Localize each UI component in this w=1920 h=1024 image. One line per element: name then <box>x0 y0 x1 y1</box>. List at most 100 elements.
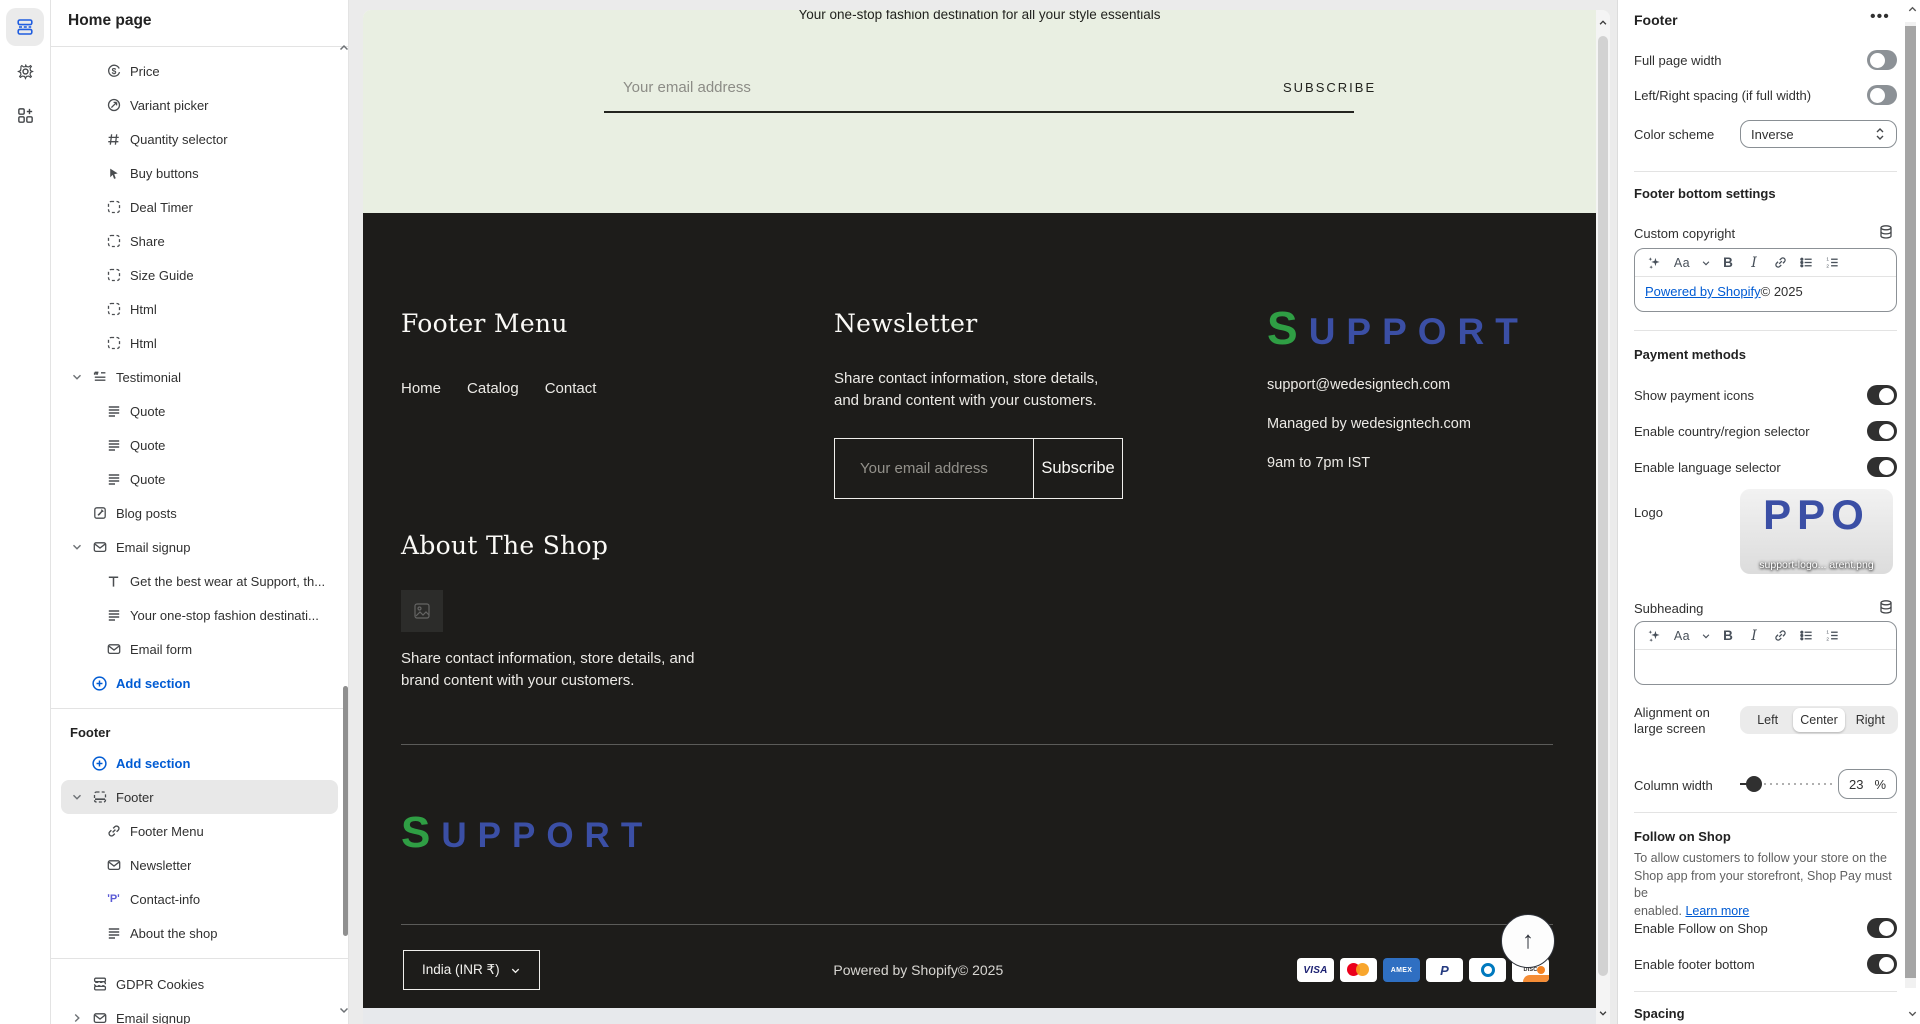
text-style-icon[interactable]: Aa <box>1669 253 1695 273</box>
chevron-down-icon[interactable] <box>69 539 85 555</box>
footer-link-home[interactable]: Home <box>401 380 441 397</box>
column-width-input[interactable]: 23 % <box>1838 769 1897 799</box>
tree-item-price[interactable]: $Price <box>61 54 338 88</box>
tree-item-footer[interactable]: Footer <box>61 780 338 814</box>
footer-section[interactable]: Footer Menu HomeCatalogContact Newslette… <box>363 213 1610 1008</box>
tree-item-gdpr-cookies[interactable]: GDPR Cookies <box>61 967 338 1001</box>
tree-item-quantity-selector[interactable]: Quantity selector <box>61 122 338 156</box>
tree-item-html[interactable]: Html <box>61 292 338 326</box>
tree-item-quote[interactable]: Quote <box>61 428 338 462</box>
tree-item-newsletter[interactable]: Newsletter <box>61 848 338 882</box>
scroll-down-icon[interactable] <box>1596 1008 1610 1018</box>
panel-scrollbar[interactable] <box>1905 22 1916 988</box>
country-selector[interactable]: India (INR ₹) <box>403 950 540 990</box>
enable-country-toggle[interactable] <box>1867 421 1897 441</box>
tree-item-size-guide[interactable]: Size Guide <box>61 258 338 292</box>
preview-scrollbar[interactable] <box>1596 10 1610 1024</box>
tree-item-email-signup[interactable]: Email signup <box>61 1001 338 1024</box>
tree-item-quote[interactable]: Quote <box>61 394 338 428</box>
learn-more-link[interactable]: Learn more <box>1685 904 1749 918</box>
tree-item-deal-timer[interactable]: Deal Timer <box>61 190 338 224</box>
scroll-up-icon[interactable] <box>1907 4 1918 15</box>
lines-icon <box>105 403 122 420</box>
tree-item-email-form[interactable]: Email form <box>61 632 338 666</box>
bold-icon[interactable]: B <box>1717 253 1739 273</box>
logo-thumbnail[interactable]: PPO support-logo... arent.png <box>1740 489 1893 574</box>
numbered-list-icon[interactable]: 12 <box>1821 253 1843 273</box>
footer-bottom-bar: India (INR ₹) Powered by Shopify© 2025 V… <box>403 950 1549 990</box>
enable-footer-bottom-toggle[interactable] <box>1867 954 1897 974</box>
text-style-icon[interactable]: Aa <box>1669 626 1695 646</box>
email-signup-section[interactable]: Your one-stop fashion destination for al… <box>363 10 1610 213</box>
scroll-down-icon[interactable] <box>1907 1008 1918 1019</box>
add-section-button[interactable]: Add section <box>61 746 338 780</box>
dynamic-source-icon[interactable] <box>1878 224 1894 240</box>
copyright-link[interactable]: Powered by Shopify <box>1645 284 1761 299</box>
scrollbar-thumb[interactable] <box>1598 36 1608 976</box>
more-options-icon[interactable]: ••• <box>1870 8 1890 26</box>
numbered-list-icon[interactable]: 12 <box>1821 626 1843 646</box>
newsletter-subscribe-button[interactable]: Subscribe <box>1034 439 1122 498</box>
enable-language-toggle[interactable] <box>1867 457 1897 477</box>
tree-item-your-one-stop-fashion-destinati[interactable]: Your one-stop fashion destinati... <box>61 598 338 632</box>
scrollbar-thumb[interactable] <box>1905 26 1916 978</box>
lines-icon <box>105 437 122 454</box>
alignment-right-option[interactable]: Right <box>1845 708 1896 732</box>
chevron-down-icon[interactable] <box>69 789 85 805</box>
scroll-up-icon[interactable] <box>1596 18 1610 28</box>
tree-item-footer-menu[interactable]: Footer Menu <box>61 814 338 848</box>
footer-link-contact[interactable]: Contact <box>545 380 597 397</box>
sections-nav-button[interactable] <box>6 8 44 46</box>
color-scheme-select[interactable]: Inverse <box>1740 120 1897 148</box>
tree-item-blog-posts[interactable]: Blog posts <box>61 496 338 530</box>
tree-item-buy-buttons[interactable]: Buy buttons <box>61 156 338 190</box>
sidebar-scrollbar[interactable] <box>343 686 348 936</box>
scroll-up-icon[interactable] <box>338 42 349 54</box>
chevron-down-icon[interactable] <box>69 369 85 385</box>
signup-email-input[interactable]: Your email address <box>623 79 751 96</box>
app-embeds-button[interactable] <box>6 96 44 134</box>
chevron-down-icon[interactable] <box>1699 253 1713 273</box>
column-width-slider[interactable] <box>1740 783 1832 785</box>
tree-item-variant-picker[interactable]: Variant picker <box>61 88 338 122</box>
subscribe-button[interactable]: SUBSCRIBE <box>1283 80 1376 95</box>
tree-item-quote[interactable]: Quote <box>61 462 338 496</box>
tree-item-about-the-shop[interactable]: About the shop <box>61 916 338 950</box>
theme-settings-button[interactable] <box>6 52 44 90</box>
chevron-right-icon[interactable] <box>69 1010 85 1024</box>
tree-item-share[interactable]: Share <box>61 224 338 258</box>
tree-item-get-the-best-wear-at-support-th[interactable]: Get the best wear at Support, th... <box>61 564 338 598</box>
alignment-center-option[interactable]: Center <box>1793 708 1844 732</box>
italic-icon[interactable]: I <box>1743 626 1765 646</box>
newsletter-email-input[interactable]: Your email address <box>835 439 1034 498</box>
back-to-top-button[interactable]: ↑ <box>1501 914 1555 968</box>
bullet-list-icon[interactable] <box>1795 253 1817 273</box>
magic-icon[interactable] <box>1643 626 1665 646</box>
tree-item-email-signup[interactable]: Email signup <box>61 530 338 564</box>
chevron-down-icon[interactable] <box>1699 626 1713 646</box>
custom-copyright-editor[interactable]: Aa B I 12 Powered by Shopify© 2025 <box>1634 248 1897 312</box>
subheading-editor[interactable]: Aa B I 12 <box>1634 621 1897 685</box>
magic-icon[interactable] <box>1643 253 1665 273</box>
footer-link-catalog[interactable]: Catalog <box>467 380 519 397</box>
link-icon[interactable] <box>1769 253 1791 273</box>
show-payment-icons-toggle[interactable] <box>1867 385 1897 405</box>
link-icon[interactable] <box>1769 626 1791 646</box>
tree-item-html[interactable]: Html <box>61 326 338 360</box>
dynamic-source-icon[interactable] <box>1878 599 1894 615</box>
add-section-button[interactable]: Add section <box>61 666 338 700</box>
lr-spacing-toggle[interactable] <box>1867 85 1897 105</box>
bold-icon[interactable]: B <box>1717 626 1739 646</box>
tree-item-contact-info[interactable]: ʹPʹContact-info <box>61 882 338 916</box>
color-scheme-label: Color scheme <box>1634 127 1714 142</box>
full-page-width-toggle[interactable] <box>1867 50 1897 70</box>
italic-icon[interactable]: I <box>1743 253 1765 273</box>
alignment-left-option[interactable]: Left <box>1742 708 1793 732</box>
subheading-editor-content[interactable] <box>1635 650 1896 664</box>
copyright-editor-content[interactable]: Powered by Shopify© 2025 <box>1635 277 1896 306</box>
slider-knob[interactable] <box>1746 776 1762 792</box>
scroll-down-icon[interactable] <box>338 1004 349 1016</box>
bullet-list-icon[interactable] <box>1795 626 1817 646</box>
tree-item-testimonial[interactable]: Testimonial <box>61 360 338 394</box>
enable-follow-toggle[interactable] <box>1867 918 1897 938</box>
